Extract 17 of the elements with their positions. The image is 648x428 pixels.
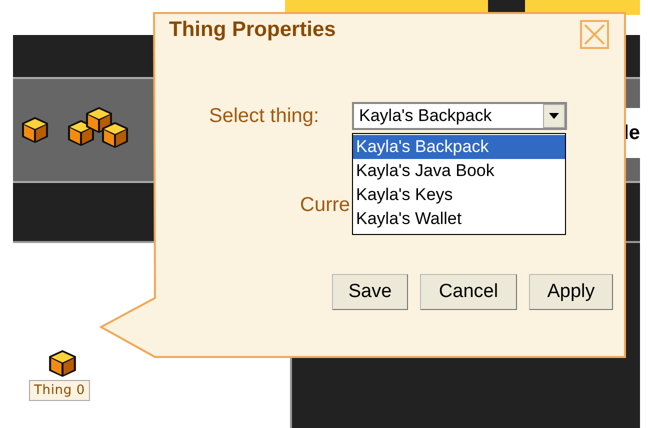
cube-icon: [47, 348, 78, 379]
cube-icon: [100, 120, 130, 150]
field-label: Select thing:: [209, 104, 320, 129]
thing-dropdown[interactable]: Kayla's Backpack: [352, 102, 567, 130]
current-label: Curre: [300, 193, 350, 218]
dialog-button[interactable]: Apply: [529, 274, 613, 310]
dropdown-option[interactable]: Kayla's Backpack: [353, 135, 565, 159]
cube-icon: [20, 115, 50, 145]
dropdown-option[interactable]: Kayla's Java Book: [353, 159, 565, 183]
dialog-button[interactable]: Cancel: [420, 274, 517, 310]
close-icon: [583, 23, 606, 46]
thing-label[interactable]: Thing 0: [29, 380, 90, 401]
dropdown-option[interactable]: Kayla's Wallet: [353, 207, 565, 231]
dialog-title: Thing Properties: [169, 17, 336, 43]
dropdown-value: Kayla's Backpack: [359, 105, 493, 128]
dropdown-option[interactable]: Kayla's Keys: [353, 183, 565, 207]
dialog-button[interactable]: Save: [332, 274, 408, 310]
